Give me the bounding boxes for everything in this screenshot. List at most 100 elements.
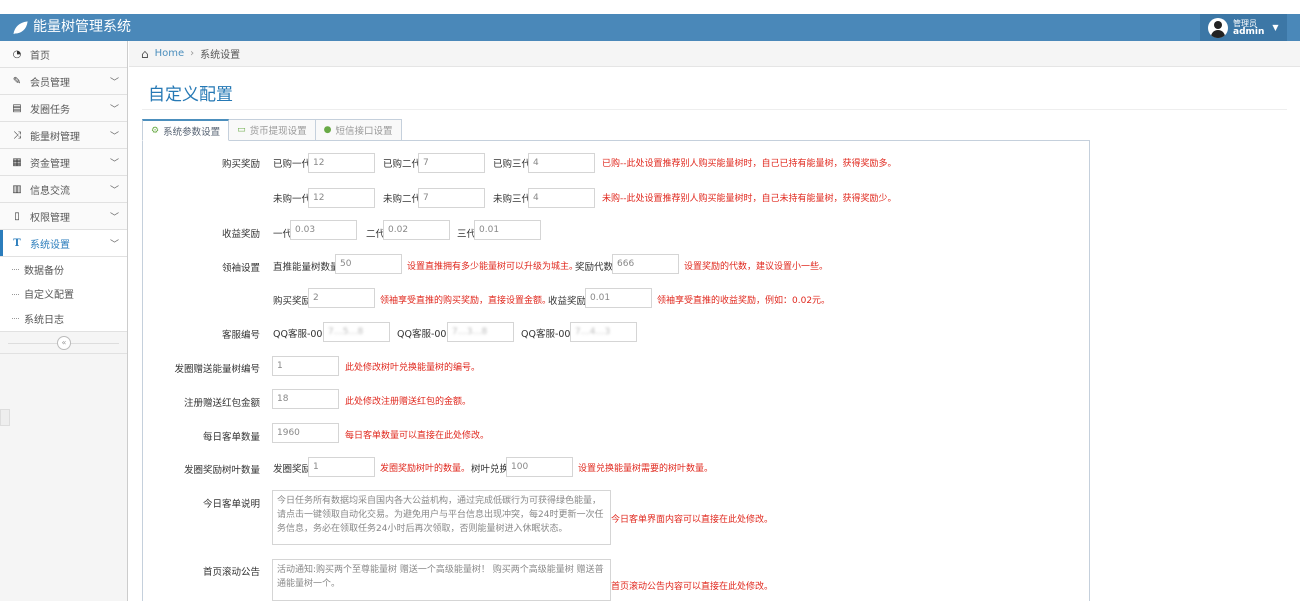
input-gift-tree[interactable]: 1: [272, 356, 339, 376]
breadcrumb-home-link[interactable]: Home: [155, 48, 185, 59]
label-leader-buy: 购买奖励: [273, 296, 312, 307]
tab-label: 系统参数设置: [163, 126, 221, 138]
label-daily-orders: 每日客单数量: [202, 432, 260, 443]
page-title: 自定义配置: [148, 85, 233, 105]
subitem-label: 系统日志: [24, 314, 64, 326]
sidebar-item-label: 资金管理: [30, 158, 70, 170]
title-divider: [142, 109, 1287, 110]
collapse-left-icon[interactable]: «: [57, 335, 71, 350]
note-leader-buy: 领袖享受直推的购买奖励，直接设置金额。: [380, 296, 552, 306]
chevron-down-icon: ﹀: [109, 158, 119, 169]
credit-card-icon: ▭: [237, 125, 246, 135]
label-buy-reward: 购买奖励: [221, 159, 260, 170]
input-leader-income[interactable]: 0.01: [585, 288, 652, 308]
note-reward-generations: 设置奖励的代数，建议设置小一些。: [684, 262, 829, 272]
note-daily-orders: 每日客单数量可以直接在此处修改。: [345, 431, 490, 441]
label-leaf-exchange: 树叶兑换: [471, 464, 510, 475]
label-qq2: QQ客服-002: [397, 329, 453, 340]
sidebar-item-home[interactable]: ◔ 首页: [0, 41, 127, 68]
breadcrumb-separator: ›: [190, 48, 195, 59]
input-daily-orders[interactable]: 1960: [272, 423, 339, 443]
tab-sms[interactable]: ● 短信接口设置: [314, 119, 402, 141]
textarea-today-desc[interactable]: 今日任务所有数据均采自国内各大公益机构，通过完成低碳行为可获得绿色能量，请点击一…: [272, 490, 611, 545]
input-bought-g3[interactable]: 4: [528, 153, 595, 173]
label-today-desc: 今日客单说明: [202, 499, 260, 510]
sidebar-item-label: 发圈任务: [30, 104, 70, 116]
note-unbought: 未购--此处设置推荐别人购买能量树时，自己未持有能量树，获得奖励少。: [602, 194, 897, 204]
tab-system-params[interactable]: ⚙ 系统参数设置: [142, 119, 230, 141]
edit-icon: ✎: [12, 75, 22, 87]
sidebar-item-settings[interactable]: T 系统设置 ﹀: [0, 230, 127, 257]
label-gift-tree: 发圈赠送能量树编号: [174, 364, 260, 375]
input-unbought-g3[interactable]: 4: [528, 188, 595, 208]
textarea-notice[interactable]: 活动通知:购买两个至尊能量树 赠送一个高级能量树！ 购买两个高级能量树 赠送普通…: [272, 559, 611, 601]
input-reward-generations[interactable]: 666: [612, 254, 679, 274]
user-name: admin: [1233, 26, 1265, 37]
sidebar-item-funds[interactable]: ▦ 资金管理 ﹀: [0, 149, 127, 176]
input-bought-g1[interactable]: 12: [308, 153, 375, 173]
chevron-down-icon: ﹀: [109, 239, 119, 250]
qq2-value: 7…3…8: [452, 327, 488, 337]
sidebar-subitem-custom-config[interactable]: 自定义配置: [0, 282, 127, 307]
note-today-desc: 今日客单界面内容可以直接在此处修改。: [611, 515, 774, 525]
user-info: 管理员 admin: [1233, 19, 1264, 37]
sidebar-subitem-backup[interactable]: 数据备份: [0, 257, 127, 282]
label-unbought-g1: 未购一代: [273, 194, 312, 205]
input-bought-g2[interactable]: 7: [418, 153, 485, 173]
leaf-icon: [13, 20, 28, 34]
tab-withdraw[interactable]: ▭ 货币提现设置: [228, 119, 316, 141]
tab-label: 短信接口设置: [335, 126, 393, 137]
top-strip: [0, 0, 1300, 14]
sidebar-item-members[interactable]: ✎ 会员管理 ﹀: [0, 68, 127, 95]
input-unbought-g2[interactable]: 7: [418, 188, 485, 208]
chevron-down-icon: ﹀: [109, 185, 119, 196]
chevron-down-icon: ﹀: [109, 212, 119, 223]
qq3-value: 7…4…3: [575, 327, 611, 337]
user-menu[interactable]: 管理员 admin ▼: [1200, 14, 1287, 41]
label-bought-g1: 已购一代: [273, 159, 312, 170]
sidebar-item-label: 能量树管理: [30, 131, 80, 143]
note-direct-count: 设置直推拥有多少能量树可以升级为城主。: [407, 262, 579, 272]
home-icon: ⌂: [141, 46, 149, 61]
side-handle[interactable]: [0, 409, 10, 426]
note-leaf-reward: 发圈奖励树叶的数量。: [380, 464, 471, 474]
book-icon: ▤: [12, 102, 22, 114]
input-income-g1[interactable]: 0.03: [290, 220, 357, 240]
sidebar-item-permissions[interactable]: ▯ 权限管理 ﹀: [0, 203, 127, 230]
label-leader-income: 收益奖励: [548, 296, 587, 307]
caret-down-icon: ▼: [1272, 23, 1279, 32]
input-leaf-exchange[interactable]: 100: [506, 457, 573, 477]
label-unbought-g3: 未购三代: [493, 194, 532, 205]
label-qq1: QQ客服-001: [273, 329, 329, 340]
input-qq2[interactable]: 7…3…8: [447, 322, 514, 342]
qq1-value: 7…5…8: [328, 327, 364, 337]
input-unbought-g1[interactable]: 12: [308, 188, 375, 208]
label-leaf-reward: 发圈奖励: [273, 464, 312, 475]
sidebar-item-messages[interactable]: ▥ 信息交流 ﹀: [0, 176, 127, 203]
label-income-reward: 收益奖励: [221, 229, 260, 240]
input-direct-count[interactable]: 50: [335, 254, 402, 274]
avatar: [1208, 17, 1228, 38]
sidebar-item-label: 首页: [30, 50, 50, 62]
cogs-icon: ⚙: [151, 125, 160, 136]
calendar-icon: ▦: [12, 156, 22, 168]
input-qq3[interactable]: 7…4…3: [570, 322, 637, 342]
chevron-down-icon: ﹀: [109, 104, 119, 115]
note-leader-income: 领袖享受直推的收益奖励，例如：0.02元。: [657, 296, 831, 306]
sidebar-item-tasks[interactable]: ▤ 发圈任务 ﹀: [0, 95, 127, 122]
navbar: 能量树管理系统 管理员 admin ▼: [0, 14, 1300, 41]
input-qq1[interactable]: 7…5…8: [323, 322, 390, 342]
tabs: ⚙ 系统参数设置 ▭ 货币提现设置 ● 短信接口设置: [142, 119, 402, 141]
input-income-g3[interactable]: 0.01: [474, 220, 541, 240]
input-register-red[interactable]: 18: [272, 389, 339, 409]
sidebar-subitem-logs[interactable]: 系统日志: [0, 306, 127, 331]
brand[interactable]: 能量树管理系统: [12, 18, 131, 37]
sidebar-item-trees[interactable]: ⤨ 能量树管理 ﹀: [0, 122, 127, 149]
chevron-down-icon: ﹀: [109, 131, 119, 142]
label-bought-g2: 已购二代: [383, 159, 422, 170]
input-income-g2[interactable]: 0.02: [383, 220, 450, 240]
input-leaf-reward[interactable]: 1: [308, 457, 375, 477]
input-leader-buy[interactable]: 2: [308, 288, 375, 308]
note-bought: 已购--此处设置推荐别人购买能量树时，自己已持有能量树，获得奖励多。: [602, 159, 897, 169]
label-qq3: QQ客服-003: [521, 329, 577, 340]
